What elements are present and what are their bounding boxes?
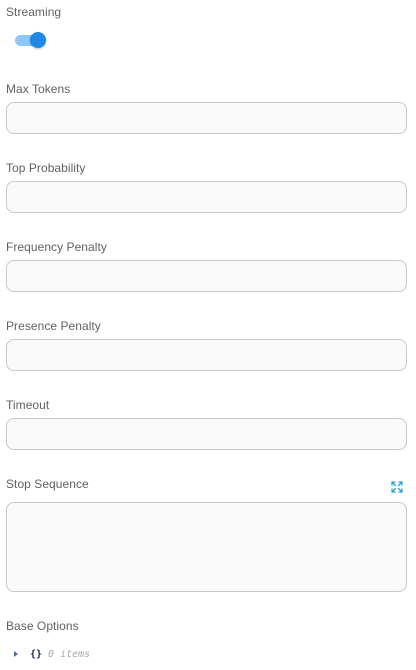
stop-sequence-label: Stop Sequence — [6, 477, 89, 491]
top-probability-input[interactable] — [7, 182, 406, 212]
frequency-penalty-field — [6, 260, 407, 292]
expand-arrows-icon[interactable] — [391, 480, 403, 493]
stop-sequence-textarea[interactable] — [7, 503, 406, 591]
top-probability-field — [6, 181, 407, 213]
frequency-penalty-input[interactable] — [7, 261, 406, 291]
presence-penalty-label: Presence Penalty — [6, 319, 101, 333]
timeout-label: Timeout — [6, 398, 50, 412]
json-brace: {} — [30, 648, 43, 660]
max-tokens-label: Max Tokens — [6, 82, 71, 96]
presence-penalty-input[interactable] — [7, 340, 406, 370]
json-item-count: 0 items — [48, 648, 91, 660]
streaming-toggle[interactable] — [15, 32, 47, 49]
settings-panel: Streaming Max Tokens Top Probability Fre… — [0, 0, 416, 670]
timeout-input[interactable] — [7, 419, 406, 449]
streaming-label: Streaming — [6, 5, 62, 19]
top-probability-label: Top Probability — [6, 161, 86, 175]
caret-right-icon[interactable] — [14, 651, 18, 657]
max-tokens-input[interactable] — [7, 103, 406, 133]
json-viewer-row: {} 0 items — [14, 647, 90, 661]
toggle-thumb — [30, 32, 46, 48]
stop-sequence-field — [6, 502, 407, 592]
max-tokens-field — [6, 102, 407, 134]
base-options-label: Base Options — [6, 619, 79, 633]
presence-penalty-field — [6, 339, 407, 371]
timeout-field — [6, 418, 407, 450]
frequency-penalty-label: Frequency Penalty — [6, 240, 107, 254]
